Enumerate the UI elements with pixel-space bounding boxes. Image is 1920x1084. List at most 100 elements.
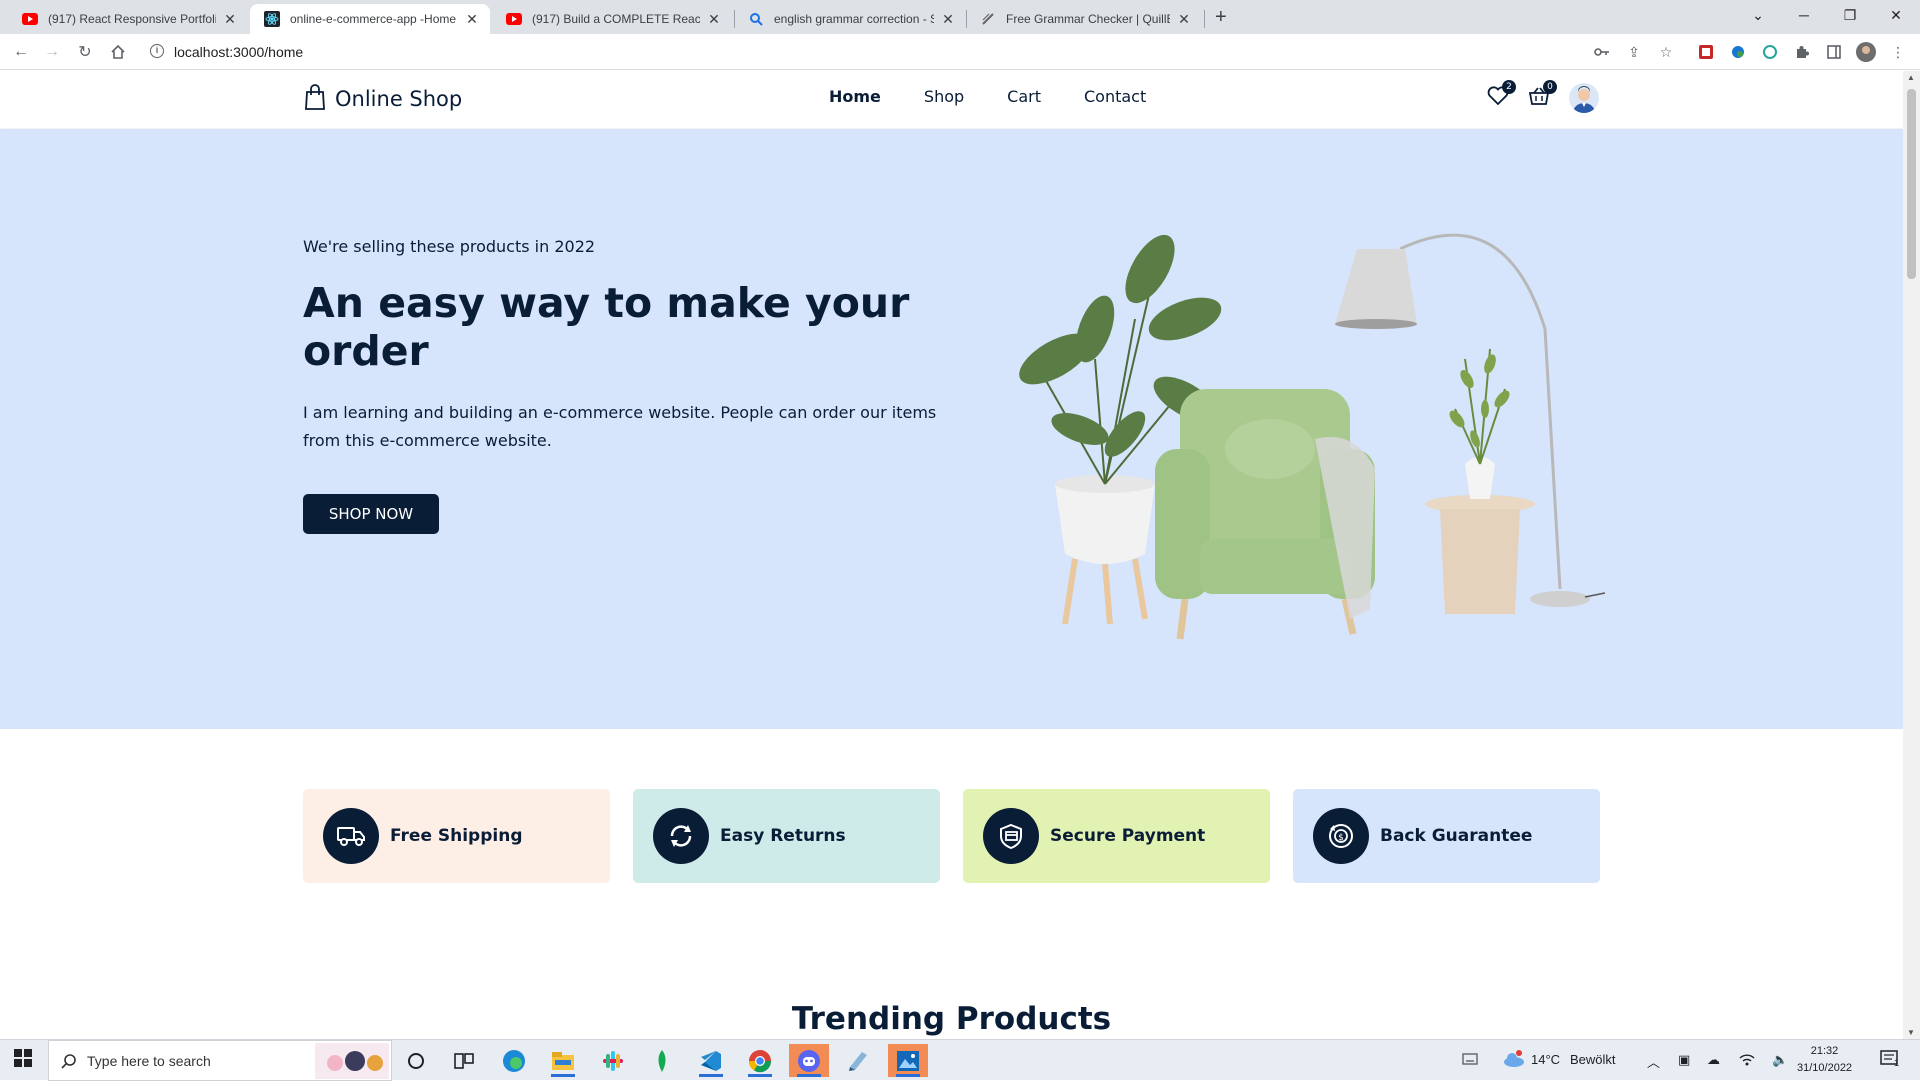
site-header: Online Shop Home Shop Cart Contact 2 0: [0, 71, 1903, 128]
key-icon[interactable]: [1592, 42, 1612, 62]
scrollbar-thumb[interactable]: [1907, 89, 1916, 279]
weather-cloud-icon[interactable]: [1502, 1050, 1526, 1073]
reload-icon[interactable]: ↻: [73, 40, 97, 64]
file-explorer-icon[interactable]: [543, 1044, 583, 1077]
system-clock[interactable]: 21:32 31/10/2022: [1797, 1043, 1852, 1077]
card-icon: [983, 808, 1039, 864]
edge-icon[interactable]: [494, 1044, 534, 1077]
windows-taskbar: Type here to search 14°C Bewölkt ︿ ▣ ☁ 🔈…: [0, 1039, 1920, 1081]
search-icon: [748, 11, 764, 27]
site-info-icon[interactable]: i: [150, 44, 164, 58]
keyboard-icon[interactable]: [1462, 1052, 1478, 1071]
service-label: Back Guarantee: [1380, 826, 1533, 846]
extensions-puzzle-icon[interactable]: [1792, 42, 1812, 62]
tab-react-course[interactable]: (917) Build a COMPLETE React Ac ✕: [492, 4, 732, 34]
hero-section: We're selling these products in 2022 An …: [0, 129, 1903, 729]
vscode-icon[interactable]: [691, 1044, 731, 1077]
share-icon[interactable]: ⇪: [1624, 42, 1644, 62]
search-highlight-illustration-icon: [315, 1043, 389, 1084]
trending-products-heading: Trending Products: [791, 1001, 1112, 1037]
close-tab-icon[interactable]: ✕: [464, 11, 480, 28]
cortana-icon[interactable]: [396, 1044, 436, 1077]
nav-contact[interactable]: Contact: [1084, 87, 1146, 106]
mongodb-icon[interactable]: [642, 1044, 682, 1077]
service-card-back-guarantee: $ Back Guarantee: [1293, 789, 1600, 883]
tab-grammar-search[interactable]: english grammar correction - Sea ✕: [734, 4, 966, 34]
cart-badge: 0: [1543, 80, 1557, 94]
notification-center-icon[interactable]: 1: [1880, 1050, 1902, 1075]
service-card-secure-payment: Secure Payment: [963, 789, 1270, 883]
quillbot-icon: [980, 11, 996, 27]
taskbar-search-box[interactable]: Type here to search: [48, 1040, 392, 1081]
youtube-icon: [22, 11, 38, 27]
back-icon[interactable]: ←: [9, 40, 33, 64]
truck-icon: [323, 808, 379, 864]
meet-now-icon[interactable]: ▣: [1678, 1052, 1690, 1068]
extension-red-icon[interactable]: [1696, 42, 1716, 62]
service-label: Free Shipping: [390, 826, 523, 846]
notepad-icon[interactable]: [838, 1044, 878, 1077]
wishlist-button[interactable]: 2: [1485, 80, 1516, 111]
scroll-down-icon[interactable]: ▼: [1907, 1028, 1915, 1037]
refresh-icon: [653, 808, 709, 864]
money-back-icon: $: [1313, 808, 1369, 864]
cart-button[interactable]: 0: [1526, 80, 1557, 111]
service-card-free-shipping: Free Shipping: [303, 789, 610, 883]
nav-cart[interactable]: Cart: [1007, 87, 1041, 106]
extension-green-icon[interactable]: [1760, 42, 1780, 62]
user-avatar[interactable]: [1569, 83, 1599, 113]
wifi-icon[interactable]: [1739, 1052, 1755, 1069]
scroll-up-icon[interactable]: ▲: [1907, 73, 1915, 82]
site-logo[interactable]: Online Shop: [303, 83, 462, 115]
close-window-button[interactable]: ✕: [1873, 0, 1919, 30]
main-nav: Home Shop Cart Contact: [829, 87, 1189, 106]
profile-avatar-icon[interactable]: [1856, 42, 1876, 62]
task-view-icon[interactable]: [444, 1044, 484, 1077]
youtube-icon: [506, 11, 522, 27]
close-tab-icon[interactable]: ✕: [222, 11, 238, 28]
extension-globe-icon[interactable]: [1728, 42, 1748, 62]
page-viewport: Online Shop Home Shop Cart Contact 2 0 W…: [0, 71, 1903, 1039]
discord-icon[interactable]: [789, 1044, 829, 1077]
browser-menu-icon[interactable]: ⋮: [1888, 42, 1908, 62]
windows-start-button[interactable]: [0, 1040, 46, 1081]
tab-search-icon[interactable]: ⌄: [1735, 0, 1781, 30]
photos-icon[interactable]: [888, 1044, 928, 1077]
nav-shop[interactable]: Shop: [924, 87, 964, 106]
browser-tab-bar: (917) React Responsive Portfolio ✕ onlin…: [0, 0, 1920, 34]
bookmark-star-icon[interactable]: ☆: [1656, 42, 1676, 62]
weather-temperature: 14°C: [1531, 1052, 1561, 1067]
restore-button[interactable]: ❐: [1827, 0, 1873, 30]
chevron-up-icon[interactable]: ︿: [1647, 1052, 1660, 1071]
new-tab-button[interactable]: +: [1215, 6, 1227, 29]
weather-description: Bewölkt: [1570, 1052, 1616, 1067]
nav-home[interactable]: Home: [829, 87, 881, 106]
tab-portfolio[interactable]: (917) React Responsive Portfolio ✕: [8, 4, 248, 34]
page-scrollbar[interactable]: ▲ ▼: [1903, 71, 1920, 1039]
tab-ecommerce[interactable]: online-e-commerce-app -Home ✕: [250, 4, 490, 34]
service-label: Secure Payment: [1050, 826, 1206, 846]
chrome-icon[interactable]: [740, 1044, 780, 1077]
volume-icon[interactable]: 🔈: [1772, 1052, 1788, 1068]
hero-title: An easy way to make your order: [303, 279, 910, 375]
hero-description: I am learning and building an e-commerce…: [303, 403, 937, 450]
wishlist-badge: 2: [1502, 80, 1516, 94]
slack-icon[interactable]: [593, 1044, 633, 1077]
shop-now-button[interactable]: SHOP NOW: [303, 494, 439, 534]
service-card-easy-returns: Easy Returns: [633, 789, 940, 883]
close-tab-icon[interactable]: ✕: [706, 11, 722, 28]
close-tab-icon[interactable]: ✕: [1176, 11, 1192, 28]
search-icon: [61, 1053, 77, 1074]
hero-armchair-image: [985, 209, 1606, 649]
windows-logo-icon: [14, 1049, 32, 1072]
onedrive-icon[interactable]: ☁: [1707, 1052, 1720, 1068]
home-icon[interactable]: [106, 40, 130, 64]
side-panel-icon[interactable]: [1824, 42, 1844, 62]
notification-count: 1: [1894, 1058, 1900, 1068]
address-bar[interactable]: i localhost:3000/home: [140, 38, 1660, 66]
minimize-button[interactable]: ─: [1781, 0, 1827, 30]
shopping-bag-icon: [303, 83, 327, 115]
forward-icon[interactable]: →: [40, 40, 64, 64]
close-tab-icon[interactable]: ✕: [940, 11, 956, 28]
tab-quillbot[interactable]: Free Grammar Checker | QuillBot ✕: [966, 4, 1202, 34]
